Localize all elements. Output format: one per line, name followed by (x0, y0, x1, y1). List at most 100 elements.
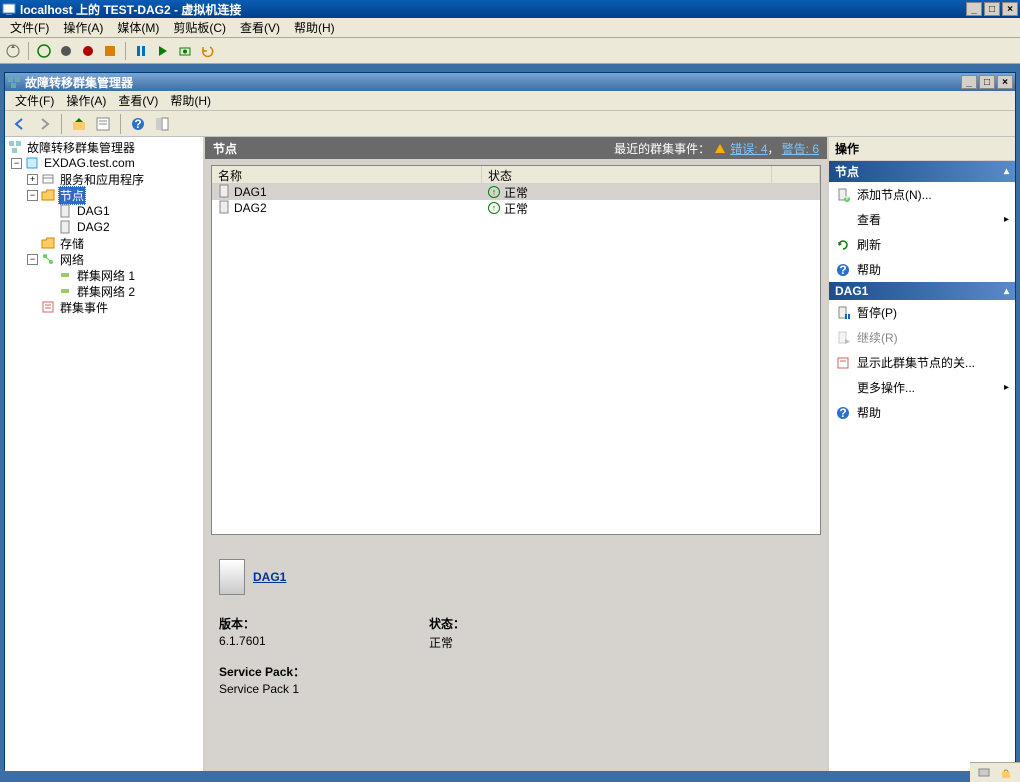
pause-icon (835, 305, 851, 321)
vm-app-icon (2, 2, 16, 16)
tree-network-1[interactable]: 群集网络 1 (5, 267, 203, 283)
up-button[interactable] (68, 113, 90, 135)
close-button[interactable]: × (1002, 2, 1018, 16)
vm-menu-view[interactable]: 查看(V) (234, 18, 286, 37)
sp-value: Service Pack 1 (219, 682, 299, 696)
action-resume: 继续(R) (829, 325, 1015, 350)
detail-node-link[interactable]: DAG1 (253, 570, 286, 584)
tree-storage[interactable]: 存储 (5, 235, 203, 251)
mmc-maximize-button[interactable]: □ (979, 75, 995, 89)
action-add-node[interactable]: + 添加节点(N)... (829, 182, 1015, 207)
tree-services[interactable]: + 服务和应用程序 (5, 171, 203, 187)
vm-menu-action[interactable]: 操作(A) (57, 18, 109, 37)
action-help-2[interactable]: ? 帮助 (829, 400, 1015, 425)
action-pause[interactable]: 暂停(P) (829, 300, 1015, 325)
column-name[interactable]: 名称 (212, 166, 482, 183)
turnoff-icon[interactable] (57, 42, 75, 60)
list-item[interactable]: DAG1 ↑ 正常 (212, 184, 820, 200)
forward-button[interactable] (33, 113, 55, 135)
ctrl-alt-del-icon[interactable] (4, 42, 22, 60)
help-button[interactable]: ? (127, 113, 149, 135)
refresh-icon (835, 237, 851, 253)
chevron-up-icon: ▴ (1004, 286, 1009, 297)
warning-events-link[interactable]: 警告: 6 (782, 142, 819, 156)
vm-menu-clipboard[interactable]: 剪贴板(C) (167, 18, 232, 37)
submenu-arrow-icon: ▸ (1004, 214, 1009, 225)
action-pane-title: 操作 (829, 137, 1015, 161)
vm-menu-media[interactable]: 媒体(M) (111, 18, 165, 37)
add-node-icon: + (835, 187, 851, 203)
mmc-menu-help[interactable]: 帮助(H) (164, 91, 217, 110)
minimize-button[interactable]: _ (966, 2, 982, 16)
collapse-icon[interactable]: − (11, 158, 22, 169)
tree-root[interactable]: 故障转移群集管理器 (5, 139, 203, 155)
resume-icon (835, 330, 851, 346)
mmc-menu-action[interactable]: 操作(A) (60, 91, 112, 110)
collapse-icon[interactable]: − (27, 190, 38, 201)
mmc-menu-view[interactable]: 查看(V) (112, 91, 164, 110)
center-pane: 节点 最近的群集事件： 错误: 4， 警告: 6 名称 状态 (205, 137, 829, 771)
svg-text:?: ? (134, 117, 141, 131)
start-icon[interactable] (35, 42, 53, 60)
storage-icon (40, 235, 56, 251)
shutdown-icon[interactable] (79, 42, 97, 60)
maximize-button[interactable]: □ (984, 2, 1000, 16)
back-button[interactable] (9, 113, 31, 135)
action-section-dag1[interactable]: DAG1 ▴ (829, 282, 1015, 300)
tree-cluster-events[interactable]: 群集事件 (5, 299, 203, 315)
collapse-icon[interactable]: − (27, 254, 38, 265)
tree-cluster[interactable]: − EXDAG.test.com (5, 155, 203, 171)
status-up-icon: ↑ (488, 186, 500, 198)
action-show-critical[interactable]: 显示此群集节点的关... (829, 350, 1015, 375)
column-status[interactable]: 状态 (482, 166, 772, 183)
cluster-icon (24, 155, 40, 171)
save-icon[interactable] (101, 42, 119, 60)
expand-icon[interactable]: + (27, 174, 38, 185)
events-icon (40, 299, 56, 315)
action-help[interactable]: ? 帮助 (829, 257, 1015, 282)
network-icon (57, 283, 73, 299)
mmc-toolbar: ? (5, 111, 1015, 137)
services-icon (40, 171, 56, 187)
snapshot-icon[interactable] (176, 42, 194, 60)
vm-menu-file[interactable]: 文件(F) (4, 18, 55, 37)
tree-node-dag2[interactable]: DAG2 (5, 219, 203, 235)
mmc-minimize-button[interactable]: _ (961, 75, 977, 89)
show-hide-button[interactable] (151, 113, 173, 135)
mmc-window: 故障转移群集管理器 _ □ × 文件(F) 操作(A) 查看(V) 帮助(H) … (4, 72, 1016, 770)
error-events-link[interactable]: 错误: 4 (730, 142, 767, 156)
tree-pane: 故障转移群集管理器 − EXDAG.test.com + 服务和应用程序 − (5, 137, 205, 771)
reset-icon[interactable] (154, 42, 172, 60)
vm-menu-help[interactable]: 帮助(H) (288, 18, 341, 37)
help-icon: ? (835, 405, 851, 421)
mmc-close-button[interactable]: × (997, 75, 1013, 89)
action-view[interactable]: 查看 ▸ (829, 207, 1015, 232)
guest-statusbar (970, 762, 1020, 782)
properties-button[interactable] (92, 113, 114, 135)
svg-text:?: ? (839, 406, 846, 420)
tree-networks[interactable]: − 网络 (5, 251, 203, 267)
tree-nodes[interactable]: − 节点 (5, 187, 203, 203)
tree-node-dag1[interactable]: DAG1 (5, 203, 203, 219)
server-icon (218, 200, 230, 217)
mmc-app-icon (7, 75, 21, 89)
network-icon (57, 267, 73, 283)
action-section-nodes[interactable]: 节点 ▴ (829, 161, 1015, 182)
action-pane: 操作 节点 ▴ + 添加节点(N)... 查看 ▸ 刷新 (829, 137, 1015, 771)
list-item[interactable]: DAG2 ↑ 正常 (212, 200, 820, 216)
action-more-ops[interactable]: 更多操作... ▸ (829, 375, 1015, 400)
server-icon (218, 184, 230, 201)
status-value: 正常 (429, 634, 453, 651)
mmc-menu-file[interactable]: 文件(F) (9, 91, 60, 110)
center-header-title: 节点 (213, 140, 237, 157)
pause-icon[interactable] (132, 42, 150, 60)
version-value: 6.1.7601 (219, 634, 429, 651)
action-refresh[interactable]: 刷新 (829, 232, 1015, 257)
cluster-manager-icon (7, 139, 23, 155)
recent-events: 最近的群集事件： 错误: 4， 警告: 6 (614, 140, 819, 157)
tree-network-2[interactable]: 群集网络 2 (5, 283, 203, 299)
revert-icon[interactable] (198, 42, 216, 60)
mmc-title: 故障转移群集管理器 (25, 74, 133, 91)
svg-text:+: + (843, 190, 850, 202)
mmc-menubar: 文件(F) 操作(A) 查看(V) 帮助(H) (5, 91, 1015, 111)
